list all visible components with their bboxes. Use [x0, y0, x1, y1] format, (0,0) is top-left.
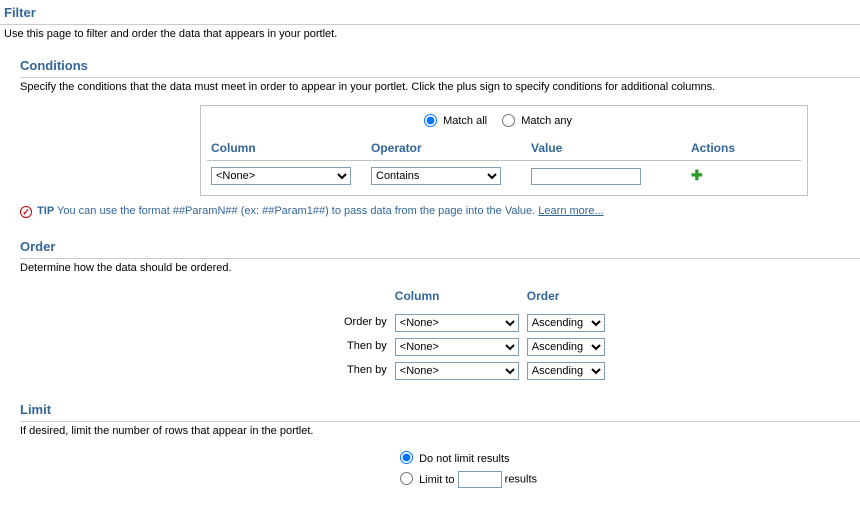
no-limit-option[interactable]: Do not limit results: [400, 453, 510, 465]
conditions-header-value: Value: [527, 138, 687, 161]
tip-icon: ✓: [20, 206, 32, 218]
limit-area: Do not limit results Limit to results: [20, 450, 860, 490]
order-row-3: Then by <None> Ascending: [340, 359, 609, 383]
limit-to-label: Limit to: [419, 474, 454, 486]
filter-desc: Use this page to filter and order the da…: [0, 25, 860, 52]
order-table: Column Order Order by <None> Ascending T…: [340, 286, 609, 383]
order-header-column: Column: [391, 286, 523, 311]
limit-desc: If desired, limit the number of rows tha…: [20, 422, 860, 449]
match-any-radio[interactable]: [502, 114, 515, 127]
order-row-3-dir-select[interactable]: Ascending: [527, 362, 605, 380]
order-row-1-dir-select[interactable]: Ascending: [527, 314, 605, 332]
order-row-2-label: Then by: [340, 335, 391, 359]
order-row-3-label: Then by: [340, 359, 391, 383]
conditions-header-column: Column: [207, 138, 367, 161]
filter-title: Filter: [0, 0, 860, 25]
conditions-title: Conditions: [20, 53, 860, 78]
match-mode-row: Match all Match any: [207, 110, 801, 133]
limit-to-option[interactable]: Limit to: [400, 474, 458, 486]
limit-title: Limit: [20, 397, 860, 422]
order-row-2-column-select[interactable]: <None>: [395, 338, 519, 356]
no-limit-radio[interactable]: [400, 451, 413, 464]
condition-column-select[interactable]: <None>: [211, 167, 351, 185]
condition-value-input[interactable]: [531, 168, 641, 185]
order-row-3-column-select[interactable]: <None>: [395, 362, 519, 380]
condition-row: <None> Contains ✚: [207, 161, 801, 186]
order-row-1-column-select[interactable]: <None>: [395, 314, 519, 332]
conditions-header-actions: Actions: [687, 138, 801, 161]
order-row-1-label: Order by: [340, 311, 391, 335]
match-any-label: Match any: [521, 115, 572, 127]
tip-text: You can use the format ##ParamN## (ex: #…: [57, 205, 535, 217]
conditions-header-operator: Operator: [367, 138, 527, 161]
order-title: Order: [20, 234, 860, 259]
limit-value-input[interactable]: [458, 471, 502, 488]
no-limit-label: Do not limit results: [419, 453, 509, 465]
learn-more-link[interactable]: Learn more...: [538, 205, 603, 217]
order-desc: Determine how the data should be ordered…: [20, 259, 860, 286]
order-row-2-dir-select[interactable]: Ascending: [527, 338, 605, 356]
match-all-option[interactable]: Match all: [424, 115, 490, 127]
order-row-1: Order by <None> Ascending: [340, 311, 609, 335]
match-all-label: Match all: [443, 115, 487, 127]
conditions-panel: Match all Match any Column Operator Valu…: [200, 105, 808, 196]
limit-to-radio[interactable]: [400, 472, 413, 485]
add-condition-icon[interactable]: ✚: [691, 168, 703, 182]
order-header-order: Order: [523, 286, 609, 311]
tip-row: ✓ TIP You can use the format ##ParamN## …: [20, 196, 860, 233]
limit-results-label: results: [505, 474, 537, 486]
condition-operator-select[interactable]: Contains: [371, 167, 501, 185]
conditions-desc: Specify the conditions that the data mus…: [20, 78, 860, 105]
conditions-table: Column Operator Value Actions <None> Con…: [207, 138, 801, 186]
match-any-option[interactable]: Match any: [502, 115, 572, 127]
match-all-radio[interactable]: [424, 114, 437, 127]
tip-label: TIP: [37, 205, 54, 217]
order-row-2: Then by <None> Ascending: [340, 335, 609, 359]
